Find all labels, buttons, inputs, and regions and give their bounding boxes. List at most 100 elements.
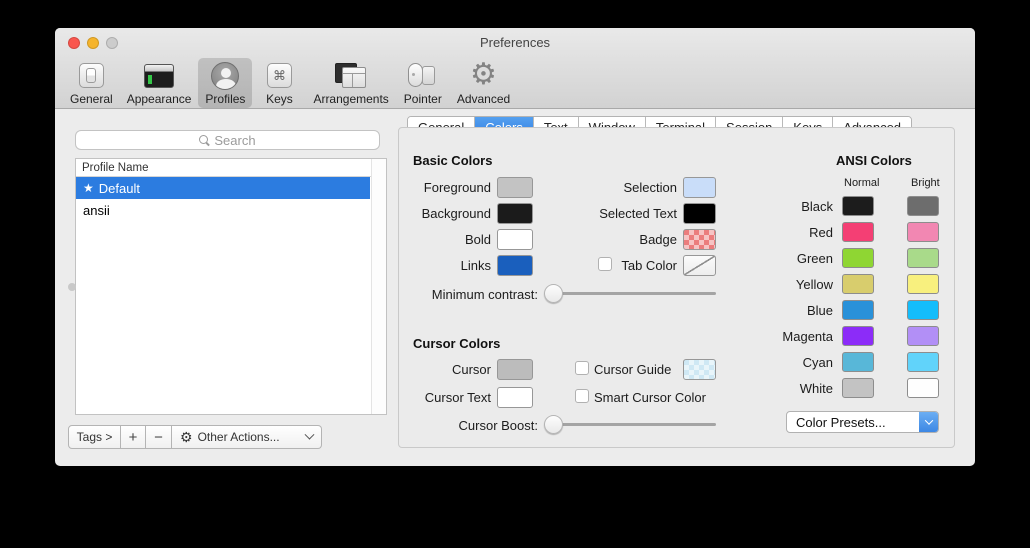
ansi-white-bright-well[interactable]: [907, 378, 939, 398]
other-actions-label: Other Actions...: [198, 430, 280, 444]
selected-text-color-well[interactable]: [683, 203, 716, 224]
toolbar-item-general[interactable]: General: [63, 58, 120, 108]
scrollbar[interactable]: [371, 159, 386, 414]
window-title: Preferences: [55, 35, 975, 50]
cursor-label: Cursor: [399, 362, 491, 377]
toolbar-item-label: Pointer: [404, 92, 442, 106]
toolbar-item-appearance[interactable]: Appearance: [120, 58, 199, 108]
tags-button-label: Tags >: [77, 430, 113, 444]
selected-text-label: Selected Text: [577, 206, 677, 221]
links-label: Links: [399, 258, 491, 273]
toolbar-item-label: Arrangements: [313, 92, 388, 106]
ansi-blue-normal-well[interactable]: [842, 300, 874, 320]
toolbar-item-label: Keys: [266, 92, 293, 106]
profile-row-label: Default: [99, 181, 140, 196]
ansi-green-label: Green: [763, 251, 833, 266]
toolbar-item-label: Profiles: [205, 92, 245, 106]
star-icon: ★: [83, 181, 94, 195]
tab-color-well[interactable]: [683, 255, 716, 276]
ansi-yellow-bright-well[interactable]: [907, 274, 939, 294]
selection-color-well[interactable]: [683, 177, 716, 198]
search-placeholder: Search: [214, 133, 255, 148]
smart-cursor-color-label: Smart Cursor Color: [594, 390, 734, 405]
ansi-red-normal-well[interactable]: [842, 222, 874, 242]
ansi-magenta-normal-well[interactable]: [842, 326, 874, 346]
remove-profile-button[interactable]: −: [146, 425, 172, 449]
toolbar-item-pointer[interactable]: Pointer: [396, 58, 450, 108]
toolbar-item-arrangements[interactable]: Arrangements: [306, 58, 395, 108]
bold-color-well[interactable]: [497, 229, 533, 250]
ansi-white-normal-well[interactable]: [842, 378, 874, 398]
toolbar-item-keys[interactable]: ⌘ Keys: [252, 58, 306, 108]
ansi-normal-header: Normal: [844, 177, 879, 189]
ansi-magenta-bright-well[interactable]: [907, 326, 939, 346]
selection-label: Selection: [577, 180, 677, 195]
slider-track: [544, 292, 716, 295]
cursor-boost-slider[interactable]: [544, 415, 716, 434]
cursor-colors-title: Cursor Colors: [413, 336, 500, 351]
color-presets-dropdown[interactable]: Color Presets...: [786, 411, 939, 433]
add-button-label: +: [129, 429, 138, 446]
ansi-yellow-normal-well[interactable]: [842, 274, 874, 294]
search-icon: [199, 135, 210, 146]
pointer-icon: [408, 61, 438, 90]
slider-track: [544, 423, 716, 426]
tags-button[interactable]: Tags >: [68, 425, 121, 449]
ansi-red-label: Red: [763, 225, 833, 240]
background-color-well[interactable]: [497, 203, 533, 224]
gear-icon: ⚙: [180, 429, 193, 446]
ansi-bright-header: Bright: [911, 177, 940, 189]
ansi-blue-bright-well[interactable]: [907, 300, 939, 320]
profile-list: Profile Name ★ Default ansii: [75, 158, 387, 415]
titlebar[interactable]: Preferences: [55, 28, 975, 56]
appearance-icon: [144, 61, 174, 90]
toolbar-item-label: Appearance: [127, 92, 192, 106]
cursor-text-color-well[interactable]: [497, 387, 533, 408]
advanced-gear-icon: ⚙: [470, 60, 497, 90]
badge-color-well[interactable]: [683, 229, 716, 250]
pane-resize-handle[interactable]: [68, 283, 76, 291]
cursor-guide-color-well[interactable]: [683, 359, 716, 380]
ansi-black-bright-well[interactable]: [907, 196, 939, 216]
slider-knob[interactable]: [544, 284, 563, 303]
basic-colors-title: Basic Colors: [413, 153, 492, 168]
profiles-icon: [211, 61, 239, 90]
profile-list-header[interactable]: Profile Name: [76, 159, 386, 177]
search-input[interactable]: Search: [75, 130, 380, 150]
ansi-blue-label: Blue: [763, 303, 833, 318]
cursor-guide-checkbox[interactable]: [575, 361, 589, 375]
foreground-color-well[interactable]: [497, 177, 533, 198]
ansi-green-normal-well[interactable]: [842, 248, 874, 268]
toolbar-item-label: Advanced: [457, 92, 510, 106]
ansi-colors-title: ANSI Colors: [836, 153, 912, 168]
toolbar-item-profiles[interactable]: Profiles: [198, 58, 252, 108]
ansi-cyan-normal-well[interactable]: [842, 352, 874, 372]
ansi-red-bright-well[interactable]: [907, 222, 939, 242]
ansi-black-normal-well[interactable]: [842, 196, 874, 216]
ansi-yellow-label: Yellow: [763, 277, 833, 292]
ansi-cyan-bright-well[interactable]: [907, 352, 939, 372]
profile-list-header-label: Profile Name: [82, 162, 148, 174]
tab-color-checkbox[interactable]: [598, 257, 612, 271]
minimum-contrast-label: Minimum contrast:: [399, 287, 538, 302]
cursor-color-well[interactable]: [497, 359, 533, 380]
ansi-white-label: White: [763, 381, 833, 396]
profile-row-default[interactable]: ★ Default: [76, 177, 370, 199]
links-color-well[interactable]: [497, 255, 533, 276]
smart-cursor-color-checkbox[interactable]: [575, 389, 589, 403]
toolbar-item-advanced[interactable]: ⚙ Advanced: [450, 58, 517, 108]
arrangements-icon: [335, 61, 367, 90]
remove-button-label: −: [154, 429, 163, 446]
preferences-window: Preferences General Appearance Profiles …: [55, 28, 975, 466]
tab-color-label: Tab Color: [617, 258, 677, 273]
other-actions-dropdown[interactable]: ⚙ Other Actions...: [172, 425, 322, 449]
profile-row-label: ansii: [83, 203, 110, 218]
ansi-black-label: Black: [763, 199, 833, 214]
minimum-contrast-slider[interactable]: [544, 284, 716, 303]
chevron-down-icon: [924, 416, 932, 424]
profile-row-ansii[interactable]: ansii: [76, 199, 370, 221]
ansi-green-bright-well[interactable]: [907, 248, 939, 268]
slider-knob[interactable]: [544, 415, 563, 434]
add-profile-button[interactable]: +: [121, 425, 146, 449]
foreground-label: Foreground: [399, 180, 491, 195]
